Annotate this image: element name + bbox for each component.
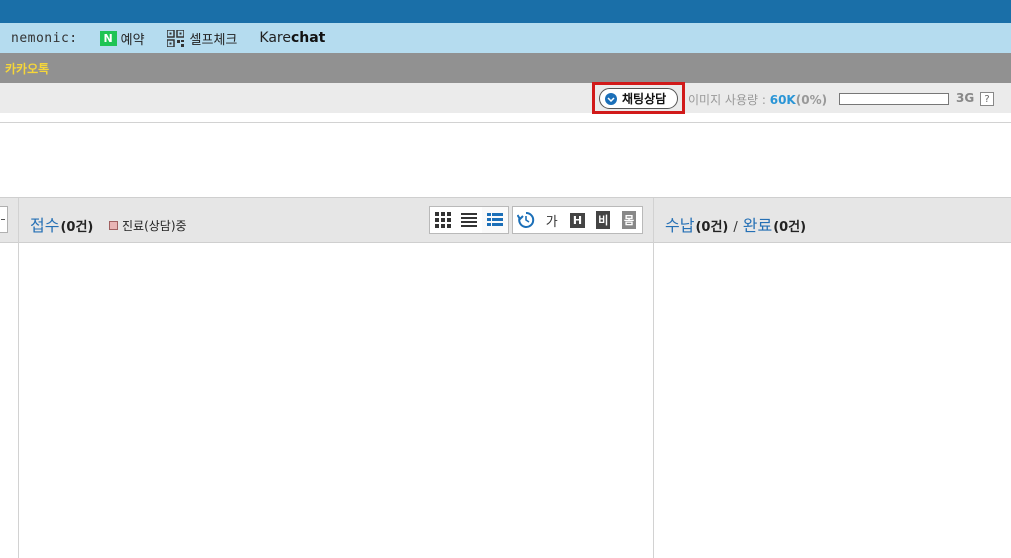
chat-bubble-icon	[605, 92, 617, 105]
chat-consult-label: 채팅상담	[622, 92, 667, 106]
image-usage-label: 이미지 사용량 :	[688, 93, 770, 107]
legend-label: 진료(상담)중	[122, 219, 187, 233]
nemonic-logo: nemonic:	[11, 30, 78, 46]
h-filter-button[interactable]: H	[565, 207, 591, 233]
divider	[0, 122, 1011, 123]
selfcheck-link[interactable]: 셀프체크	[166, 29, 238, 48]
karechat-link[interactable]: Kare chat	[259, 30, 325, 46]
brand-bar: nemonic: N 예약 셀프체크 Kare chat	[0, 23, 1011, 53]
payment-title: 수납 (0건) / 완료 (0건)	[665, 212, 806, 236]
collapse-icon	[1, 219, 5, 220]
qr-code-icon	[166, 29, 184, 47]
left-panel-toggle[interactable]	[0, 206, 8, 233]
top-bar	[0, 0, 1011, 23]
naver-booking-link[interactable]: N 예약	[99, 29, 145, 48]
detail-view-icon[interactable]	[482, 207, 508, 233]
column-divider-left	[18, 198, 19, 558]
payment-count: (0건)	[695, 220, 729, 235]
b-filter-label: 비	[596, 211, 611, 229]
image-usage-value: 60K	[769, 93, 796, 107]
selfcheck-label: 셀프체크	[189, 32, 238, 48]
m-filter-button[interactable]: 몸	[616, 207, 642, 233]
kakao-bar: 카카오톡	[0, 53, 1011, 83]
b-filter-button[interactable]: 비	[590, 207, 616, 233]
m-filter-label: 몸	[622, 211, 637, 229]
kakaotalk-tab[interactable]: 카카오톡	[5, 60, 49, 77]
title-separator: /	[733, 220, 738, 235]
image-usage-percent: (0%)	[795, 93, 828, 107]
legend-swatch	[109, 221, 118, 230]
karechat-label-b: chat	[290, 30, 326, 46]
image-usage: 이미지 사용량 : 60K(0%)	[688, 91, 827, 108]
reception-count: (0건)	[60, 220, 94, 235]
font-size-button[interactable]: 가	[539, 207, 565, 233]
completed-count: (0건)	[773, 220, 807, 235]
h-filter-label: H	[569, 212, 586, 228]
payment-label: 수납	[665, 216, 695, 235]
image-quota: 3G	[956, 91, 975, 105]
grid-view-icon[interactable]	[430, 207, 456, 233]
help-icon[interactable]: ?	[980, 92, 994, 106]
completed-label: 완료	[742, 216, 773, 235]
chat-consult-button[interactable]: 채팅상담	[599, 88, 678, 109]
reception-label: 접수	[30, 216, 60, 235]
refresh-icon[interactable]	[513, 207, 539, 233]
naver-n-icon: N	[99, 30, 117, 46]
column-divider-right	[653, 198, 654, 558]
in-treatment-legend: 진료(상담)중	[109, 217, 187, 234]
font-size-label: 가	[545, 214, 558, 230]
image-usage-progress-bar	[839, 93, 949, 105]
naver-booking-label: 예약	[120, 32, 145, 48]
list-view-icon[interactable]	[456, 207, 482, 233]
display-options-group: 가 H 비 몸	[512, 206, 643, 234]
view-mode-group	[429, 206, 509, 234]
karechat-label-a: Kare	[259, 30, 291, 46]
reception-title: 접수 (0건)	[30, 212, 93, 236]
nemonic-link[interactable]: nemonic:	[11, 31, 78, 46]
